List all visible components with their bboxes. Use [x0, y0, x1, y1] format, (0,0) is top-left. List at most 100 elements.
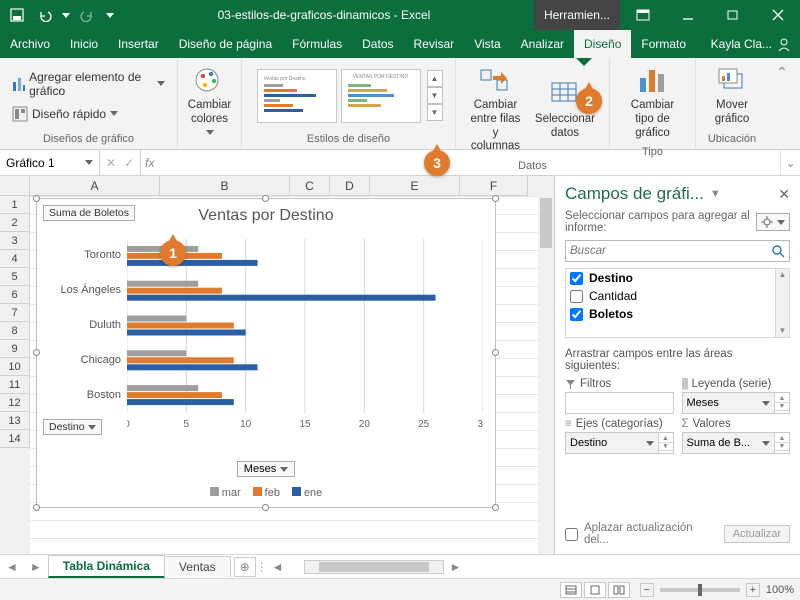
gallery-more-icon[interactable]: ▼ — [427, 104, 443, 121]
row-header[interactable]: 14 — [0, 430, 30, 448]
horizontal-scrollbar[interactable] — [304, 560, 444, 574]
worksheet[interactable]: A B C D E F 1234567891011121314 Suma de … — [0, 176, 554, 554]
minimize-icon[interactable] — [665, 0, 710, 30]
pivot-chart[interactable]: Suma de Boletos Destino Ventas por Desti… — [36, 198, 496, 508]
legend-field-pill[interactable]: Meses — [683, 393, 776, 413]
chart-plot-area[interactable]: 051015202530TorontoLos ÁngelesDuluthChic… — [127, 239, 483, 429]
row-header[interactable]: 9 — [0, 340, 30, 358]
tab-analizar[interactable]: Analizar — [511, 30, 574, 58]
name-box[interactable]: Gráfico 1 — [0, 150, 100, 175]
sheet-nav-prev-icon[interactable]: ◄ — [0, 560, 24, 574]
tab-inicio[interactable]: Inicio — [60, 30, 108, 58]
style-thumb[interactable]: Ventas por Destino — [257, 69, 337, 123]
field-checkbox[interactable] — [570, 308, 583, 321]
values-field-pill[interactable]: Suma de B... — [683, 433, 776, 453]
tab-insertar[interactable]: Insertar — [108, 30, 169, 58]
values-area[interactable]: ΣValores Suma de B...▲▼ — [682, 418, 791, 454]
tab-datos[interactable]: Datos — [352, 30, 403, 58]
row-header[interactable]: 4 — [0, 250, 30, 268]
fieldlist-scrollbar[interactable]: ▲▼ — [775, 269, 789, 337]
tab-formato[interactable]: Formato — [631, 30, 696, 58]
col-header[interactable]: F — [460, 176, 528, 196]
sheet-tab[interactable]: Ventas — [164, 556, 231, 577]
pivot-values-button[interactable]: Suma de Boletos — [43, 205, 135, 221]
zoom-slider[interactable] — [660, 588, 740, 592]
defer-checkbox[interactable] — [565, 528, 578, 541]
cancel-icon[interactable]: ✕ — [106, 156, 116, 170]
collapse-ribbon-icon[interactable]: ⌃ — [768, 58, 796, 149]
tab-vista[interactable]: Vista — [464, 30, 510, 58]
chart-style-gallery[interactable]: Ventas por Destino VENTAS POR DESTINO ▲ … — [255, 67, 443, 125]
pane-tools-button[interactable] — [756, 213, 790, 231]
search-icon[interactable] — [767, 241, 789, 261]
field-list[interactable]: DestinoCantidadBoletos▲▼ — [565, 268, 790, 338]
new-sheet-button[interactable]: ⊕ — [234, 557, 256, 577]
field-search[interactable] — [565, 240, 790, 262]
update-button[interactable]: Actualizar — [724, 525, 790, 543]
close-icon[interactable] — [755, 0, 800, 30]
row-header[interactable]: 13 — [0, 412, 30, 430]
add-chart-element-button[interactable]: Agregar elemento de gráfico — [8, 68, 169, 100]
move-chart-button[interactable]: Mover gráfico — [704, 62, 760, 129]
select-all-corner[interactable] — [0, 176, 30, 196]
page-layout-view-icon[interactable] — [584, 582, 606, 598]
row-header[interactable]: 5 — [0, 268, 30, 286]
sheet-tab[interactable]: Tabla Dinámica — [48, 555, 165, 578]
row-header[interactable]: 3 — [0, 232, 30, 250]
legend-area[interactable]: |||Leyenda (serie) Meses▲▼ — [682, 378, 791, 414]
axes-area[interactable]: ≡Ejes (categorías) Destino▲▼ — [565, 418, 674, 454]
pivot-legend-button[interactable]: Meses — [237, 461, 295, 477]
vertical-scrollbar[interactable] — [538, 196, 554, 554]
gallery-down-icon[interactable]: ▼ — [427, 87, 443, 104]
row-header[interactable]: 10 — [0, 358, 30, 376]
zoom-in-button[interactable]: + — [746, 583, 760, 597]
col-header[interactable]: A — [30, 176, 160, 196]
fx-label[interactable]: fx — [141, 150, 158, 175]
tab-diseno-pagina[interactable]: Diseño de página — [169, 30, 282, 58]
ribbon-options-icon[interactable] — [620, 0, 665, 30]
change-chart-type-button[interactable]: Cambiar tipo de gráfico — [618, 62, 687, 142]
quick-layout-button[interactable]: Diseño rápido — [8, 104, 122, 124]
search-input[interactable] — [566, 241, 767, 261]
field-checkbox[interactable] — [570, 290, 583, 303]
maximize-icon[interactable] — [710, 0, 755, 30]
col-header[interactable]: E — [370, 176, 460, 196]
col-header[interactable]: C — [290, 176, 330, 196]
tab-revisar[interactable]: Revisar — [404, 30, 465, 58]
pivot-axis-button[interactable]: Destino — [43, 419, 102, 435]
row-header[interactable]: 7 — [0, 304, 30, 322]
close-pane-icon[interactable]: ✕ — [778, 186, 790, 203]
hscroll-left-icon[interactable]: ◄ — [266, 560, 290, 574]
col-header[interactable]: B — [160, 176, 290, 196]
chart-legend[interactable]: marfebene — [37, 487, 495, 499]
row-header[interactable]: 12 — [0, 394, 30, 412]
gallery-up-icon[interactable]: ▲ — [427, 70, 443, 87]
expand-formula-icon[interactable]: ⌄ — [780, 150, 800, 175]
row-header[interactable]: 11 — [0, 376, 30, 394]
qat-customize-icon[interactable] — [106, 13, 114, 18]
change-colors-button[interactable]: Cambiar colores — [182, 62, 237, 137]
redo-icon[interactable] — [76, 4, 98, 26]
field-item[interactable]: Cantidad — [566, 287, 789, 305]
save-icon[interactable] — [6, 4, 28, 26]
formula-input[interactable] — [158, 150, 780, 175]
zoom-level[interactable]: 100% — [766, 584, 794, 596]
row-header[interactable]: 2 — [0, 214, 30, 232]
undo-icon[interactable] — [34, 4, 56, 26]
tab-formulas[interactable]: Fórmulas — [282, 30, 352, 58]
sheet-nav-next-icon[interactable]: ► — [24, 560, 48, 574]
normal-view-icon[interactable] — [560, 582, 582, 598]
switch-row-column-button[interactable]: Cambiar entre filas y columnas — [464, 62, 527, 156]
hscroll-right-icon[interactable]: ► — [444, 560, 468, 574]
field-item[interactable]: Boletos — [566, 305, 789, 323]
tab-diseno[interactable]: Diseño — [574, 30, 631, 58]
row-header[interactable]: 1 — [0, 196, 30, 214]
field-item[interactable]: Destino — [566, 269, 789, 287]
undo-dropdown-icon[interactable] — [62, 13, 70, 18]
filters-area[interactable]: Filtros — [565, 378, 674, 414]
page-break-view-icon[interactable] — [608, 582, 630, 598]
field-checkbox[interactable] — [570, 272, 583, 285]
zoom-out-button[interactable]: − — [640, 583, 654, 597]
style-thumb[interactable]: VENTAS POR DESTINO — [341, 69, 421, 123]
enter-icon[interactable]: ✓ — [124, 156, 134, 170]
